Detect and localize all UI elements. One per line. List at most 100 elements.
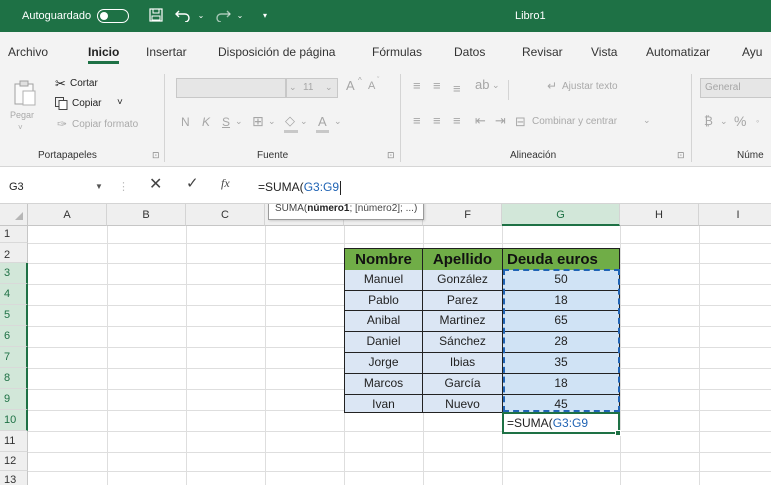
table-cell-apellido[interactable]: Sánchez [422, 332, 503, 353]
table-header-nombre[interactable]: Nombre [344, 248, 423, 271]
redo-dropdown-icon[interactable]: ⌄ [232, 7, 248, 23]
cut-button[interactable]: ✂ Cortar [55, 76, 125, 92]
column-header-g[interactable]: G [502, 204, 620, 226]
autosave-toggle[interactable] [97, 9, 129, 23]
row-header-8[interactable]: 8 [0, 368, 28, 389]
paste-button[interactable]: Pegar ˅ [10, 80, 40, 142]
currency-icon[interactable]: ₿ [704, 114, 713, 128]
font-size-box[interactable]: ⌄ 11 ⌄ [286, 78, 338, 98]
undo-dropdown-icon[interactable]: ⌄ [193, 7, 209, 23]
table-cell-nombre[interactable]: Ivan [344, 395, 423, 413]
table-cell-apellido[interactable]: Parez [422, 291, 503, 311]
tab-formulas[interactable]: Fórmulas [372, 45, 422, 59]
table-cell-deuda[interactable]: 18 [502, 291, 620, 311]
alignment-launcher-icon[interactable]: ⊡ [677, 150, 685, 161]
italic-button[interactable]: K [202, 115, 210, 129]
column-header-i[interactable]: I [699, 204, 771, 226]
formula-bar-splitter-icon[interactable]: ⋮ [118, 177, 129, 197]
table-cell-nombre[interactable]: Marcos [344, 374, 423, 395]
row-header-4[interactable]: 4 [0, 284, 28, 305]
font-name-box[interactable] [176, 78, 286, 98]
save-icon[interactable] [148, 7, 164, 23]
row-header-10[interactable]: 10 [0, 410, 28, 431]
table-cell-nombre[interactable]: Jorge [344, 353, 423, 374]
underline-button[interactable]: S [222, 115, 230, 129]
tab-disposicion-pagina[interactable]: Disposición de página [218, 45, 335, 59]
grow-font-button[interactable]: A [346, 78, 355, 93]
tab-insertar[interactable]: Insertar [146, 45, 187, 59]
fill-color-icon[interactable]: ◇ [285, 113, 295, 129]
undo-icon[interactable] [175, 7, 191, 23]
row-header-9[interactable]: 9 [0, 389, 28, 410]
shrink-font-button[interactable]: A [368, 80, 375, 92]
table-cell-deuda[interactable]: 50 [502, 270, 620, 291]
tab-ayuda[interactable]: Ayu [742, 45, 762, 59]
row-header-12[interactable]: 12 [0, 452, 28, 471]
row-header-2[interactable]: 2 [0, 243, 28, 263]
align-left-icon[interactable]: ≡ [413, 113, 421, 128]
cancel-icon[interactable]: ✕ [149, 174, 162, 194]
table-cell-apellido[interactable]: Martinez [422, 311, 503, 332]
merge-center-button[interactable]: ⊟ Combinar y centrar ⌄ [515, 114, 655, 131]
font-color-button[interactable]: A [318, 114, 327, 129]
row-header-1[interactable]: 1 [0, 226, 28, 243]
clipboard-launcher-icon[interactable]: ⊡ [152, 150, 160, 161]
select-all-corner[interactable] [0, 204, 28, 226]
column-header-f[interactable]: F [423, 204, 502, 226]
column-header-c[interactable]: C [186, 204, 265, 226]
row-header-3[interactable]: 3 [0, 263, 28, 284]
bold-button[interactable]: N [181, 115, 190, 129]
fill-handle[interactable] [615, 430, 621, 436]
column-header-h[interactable]: H [620, 204, 699, 226]
table-cell-deuda[interactable]: 45 [502, 395, 620, 413]
align-right-icon[interactable]: ≡ [453, 113, 461, 128]
worksheet-grid[interactable]: A B C D F G H I 1 2 3 4 5 6 7 8 9 10 11 … [0, 204, 771, 485]
table-header-apellido[interactable]: Apellido [422, 248, 503, 271]
tab-inicio[interactable]: Inicio [88, 45, 120, 64]
customize-toolbar-icon[interactable]: ▾ [257, 7, 273, 23]
table-cell-nombre[interactable]: Anibal [344, 311, 423, 332]
row-header-11[interactable]: 11 [0, 431, 28, 452]
table-cell-apellido[interactable]: Nuevo [422, 395, 503, 413]
name-box-dropdown-icon[interactable]: ▼ [95, 177, 103, 197]
align-center-icon[interactable]: ≡ [433, 113, 441, 128]
insert-function-button[interactable]: fx [221, 176, 230, 191]
table-cell-deuda[interactable]: 18 [502, 374, 620, 395]
format-painter-button[interactable]: ✑ Copiar formato [55, 117, 155, 133]
redo-icon[interactable] [215, 7, 231, 23]
table-cell-deuda[interactable]: 65 [502, 311, 620, 332]
comma-style-icon[interactable]: ◦ [756, 116, 759, 126]
percent-button[interactable]: % [734, 113, 746, 129]
table-cell-deuda[interactable]: 35 [502, 353, 620, 374]
tab-vista[interactable]: Vista [591, 45, 617, 59]
table-cell-apellido[interactable]: Ibias [422, 353, 503, 374]
table-header-deuda[interactable]: Deuda euros [502, 248, 620, 271]
borders-icon[interactable]: ⊞ [252, 113, 264, 130]
column-header-a[interactable]: A [28, 204, 107, 226]
table-cell-apellido[interactable]: González [422, 270, 503, 291]
active-cell-editor[interactable]: =SUMA(G3:G9 [502, 412, 620, 434]
tab-automatizar[interactable]: Automatizar [646, 45, 710, 59]
number-format-box[interactable]: General [700, 78, 771, 98]
tab-archivo[interactable]: Archivo [8, 45, 48, 59]
table-cell-deuda[interactable]: 28 [502, 332, 620, 353]
tab-datos[interactable]: Datos [454, 45, 485, 59]
row-header-5[interactable]: 5 [0, 305, 28, 326]
table-cell-nombre[interactable]: Pablo [344, 291, 423, 311]
orientation-icon[interactable]: ab [475, 77, 489, 92]
tab-revisar[interactable]: Revisar [522, 45, 563, 59]
row-header-6[interactable]: 6 [0, 326, 28, 347]
align-top-icon[interactable]: ≡ [413, 78, 421, 93]
align-bottom-icon[interactable]: ≡ [453, 81, 461, 96]
formula-input[interactable]: =SUMA(G3:G9 [258, 177, 342, 197]
font-launcher-icon[interactable]: ⊡ [387, 150, 395, 161]
row-header-7[interactable]: 7 [0, 347, 28, 368]
align-middle-icon[interactable]: ≡ [433, 78, 441, 93]
column-header-b[interactable]: B [107, 204, 186, 226]
copy-button[interactable]: Copiar ˅ [55, 96, 135, 112]
row-header-13[interactable]: 13 [0, 471, 28, 485]
table-cell-nombre[interactable]: Daniel [344, 332, 423, 353]
wrap-text-button[interactable]: ↵ Ajustar texto [547, 79, 637, 96]
table-cell-apellido[interactable]: García [422, 374, 503, 395]
increase-indent-icon[interactable]: ⇥ [495, 113, 506, 129]
